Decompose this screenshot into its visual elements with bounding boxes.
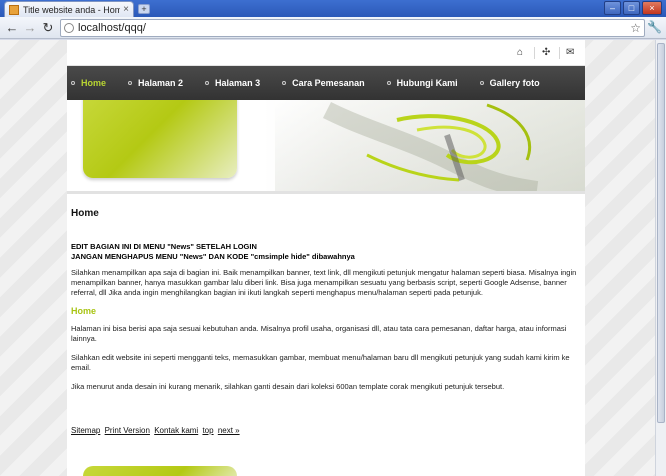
home-icon[interactable]: ⌂: [517, 47, 523, 58]
page-icon: [64, 23, 74, 33]
minimize-button[interactable]: –: [604, 1, 621, 15]
page-title: Home: [71, 208, 99, 219]
vertical-scrollbar[interactable]: [655, 40, 666, 476]
main-navbar: Home Halaman 2 Halaman 3 Cara Pemesanan …: [67, 66, 585, 100]
bullet-icon: [282, 81, 287, 85]
icon-divider: [559, 47, 560, 59]
nav-item-gallery-foto[interactable]: Gallery foto: [479, 78, 540, 88]
sitemap-icon[interactable]: ✣: [542, 47, 550, 58]
tab-title: Title website anda - Home: [23, 4, 121, 15]
nav-item-hubungi-kami[interactable]: Hubungi Kami: [386, 78, 458, 88]
nav-label: Home: [81, 78, 107, 88]
nav-label: Gallery foto: [489, 78, 540, 88]
footer-link-next[interactable]: next »: [218, 426, 240, 435]
nav-item-halaman-3[interactable]: Halaman 3: [205, 78, 260, 88]
footer-link-top[interactable]: top: [202, 426, 213, 435]
arrow-left-icon: ←: [5, 20, 19, 35]
top-icon-bar: ⌂ ✣ ✉: [67, 40, 585, 66]
body-paragraph-3: Jika menurut anda desain ini kurang mena…: [71, 382, 505, 391]
window-titlebar: Title website anda - Home × + – □ ×: [0, 0, 666, 17]
page-container: ⌂ ✣ ✉ Home Halaman 2 Halaman 3 Cara Peme…: [67, 40, 585, 476]
reload-button[interactable]: ↻: [40, 20, 56, 36]
nav-label: Halaman 2: [138, 78, 184, 88]
body-paragraph-1: Halaman ini bisa berisi apa saja sesuai …: [71, 324, 567, 343]
browser-tab[interactable]: Title website anda - Home ×: [4, 1, 134, 17]
nav-label: Hubungi Kami: [396, 78, 458, 88]
nav-item-halaman-2[interactable]: Halaman 2: [128, 78, 183, 88]
browser-toolbar: ← → ↻ localhost/qqq/ ☆ 🔧: [0, 17, 666, 39]
footer-link-sitemap[interactable]: Sitemap: [71, 426, 100, 435]
nav-label: Cara Pemesanan: [292, 78, 365, 88]
maximize-button[interactable]: □: [623, 1, 640, 15]
nav-item-home[interactable]: Home: [71, 78, 106, 88]
url-text[interactable]: localhost/qqq/: [78, 22, 146, 34]
footer-link-kontak-kami[interactable]: Kontak kami: [154, 426, 198, 435]
page-viewport: ⌂ ✣ ✉ Home Halaman 2 Halaman 3 Cara Peme…: [0, 40, 655, 476]
bullet-icon: [128, 81, 133, 85]
favicon-icon: [9, 4, 19, 15]
window-controls: – □ ×: [604, 1, 662, 15]
reload-icon: ↻: [42, 20, 54, 35]
new-tab-button[interactable]: +: [138, 4, 150, 14]
scrollbar-thumb[interactable]: [657, 43, 665, 423]
bullet-icon: [386, 81, 391, 85]
bullet-icon: [205, 81, 210, 85]
back-button[interactable]: ←: [4, 20, 20, 36]
footer-link-print-version[interactable]: Print Version: [105, 426, 150, 435]
footer-green-box: [83, 466, 237, 476]
notice-line-1: EDIT BAGIAN INI DI MENU "News" SETELAH L…: [71, 242, 257, 251]
address-bar[interactable]: localhost/qqq/ ☆: [60, 19, 645, 37]
nav-item-cara-pemesanan[interactable]: Cara Pemesanan: [282, 78, 365, 88]
header-banner: [67, 100, 585, 194]
nav-label: Halaman 3: [215, 78, 261, 88]
close-window-button[interactable]: ×: [642, 1, 662, 15]
bullet-icon: [479, 81, 484, 85]
bullet-icon: [71, 81, 75, 85]
tab-close-icon[interactable]: ×: [123, 4, 129, 15]
notice-line-2: JANGAN MENGHAPUS MENU "News" DAN KODE "c…: [71, 251, 355, 261]
banner-lime-image: [275, 100, 585, 191]
mail-icon[interactable]: ✉: [566, 47, 574, 58]
edit-notice: EDIT BAGIAN INI DI MENU "News" SETELAH L…: [71, 242, 581, 261]
arrow-right-icon: →: [23, 20, 37, 35]
footer-links: Sitemap Print Version Kontak kami top ne…: [71, 426, 581, 435]
icon-divider: [534, 47, 535, 59]
main-content: Home EDIT BAGIAN INI DI MENU "News" SETE…: [67, 194, 585, 435]
info-paragraph: Silahkan menampilkan apa saja di bagian …: [71, 268, 577, 297]
star-icon[interactable]: ☆: [630, 21, 641, 35]
body-paragraph-2: Silahkan edit website ini seperti mengga…: [71, 353, 570, 372]
wrench-icon[interactable]: 🔧: [647, 20, 662, 34]
forward-button[interactable]: →: [22, 20, 38, 36]
section-title: Home: [71, 306, 97, 316]
